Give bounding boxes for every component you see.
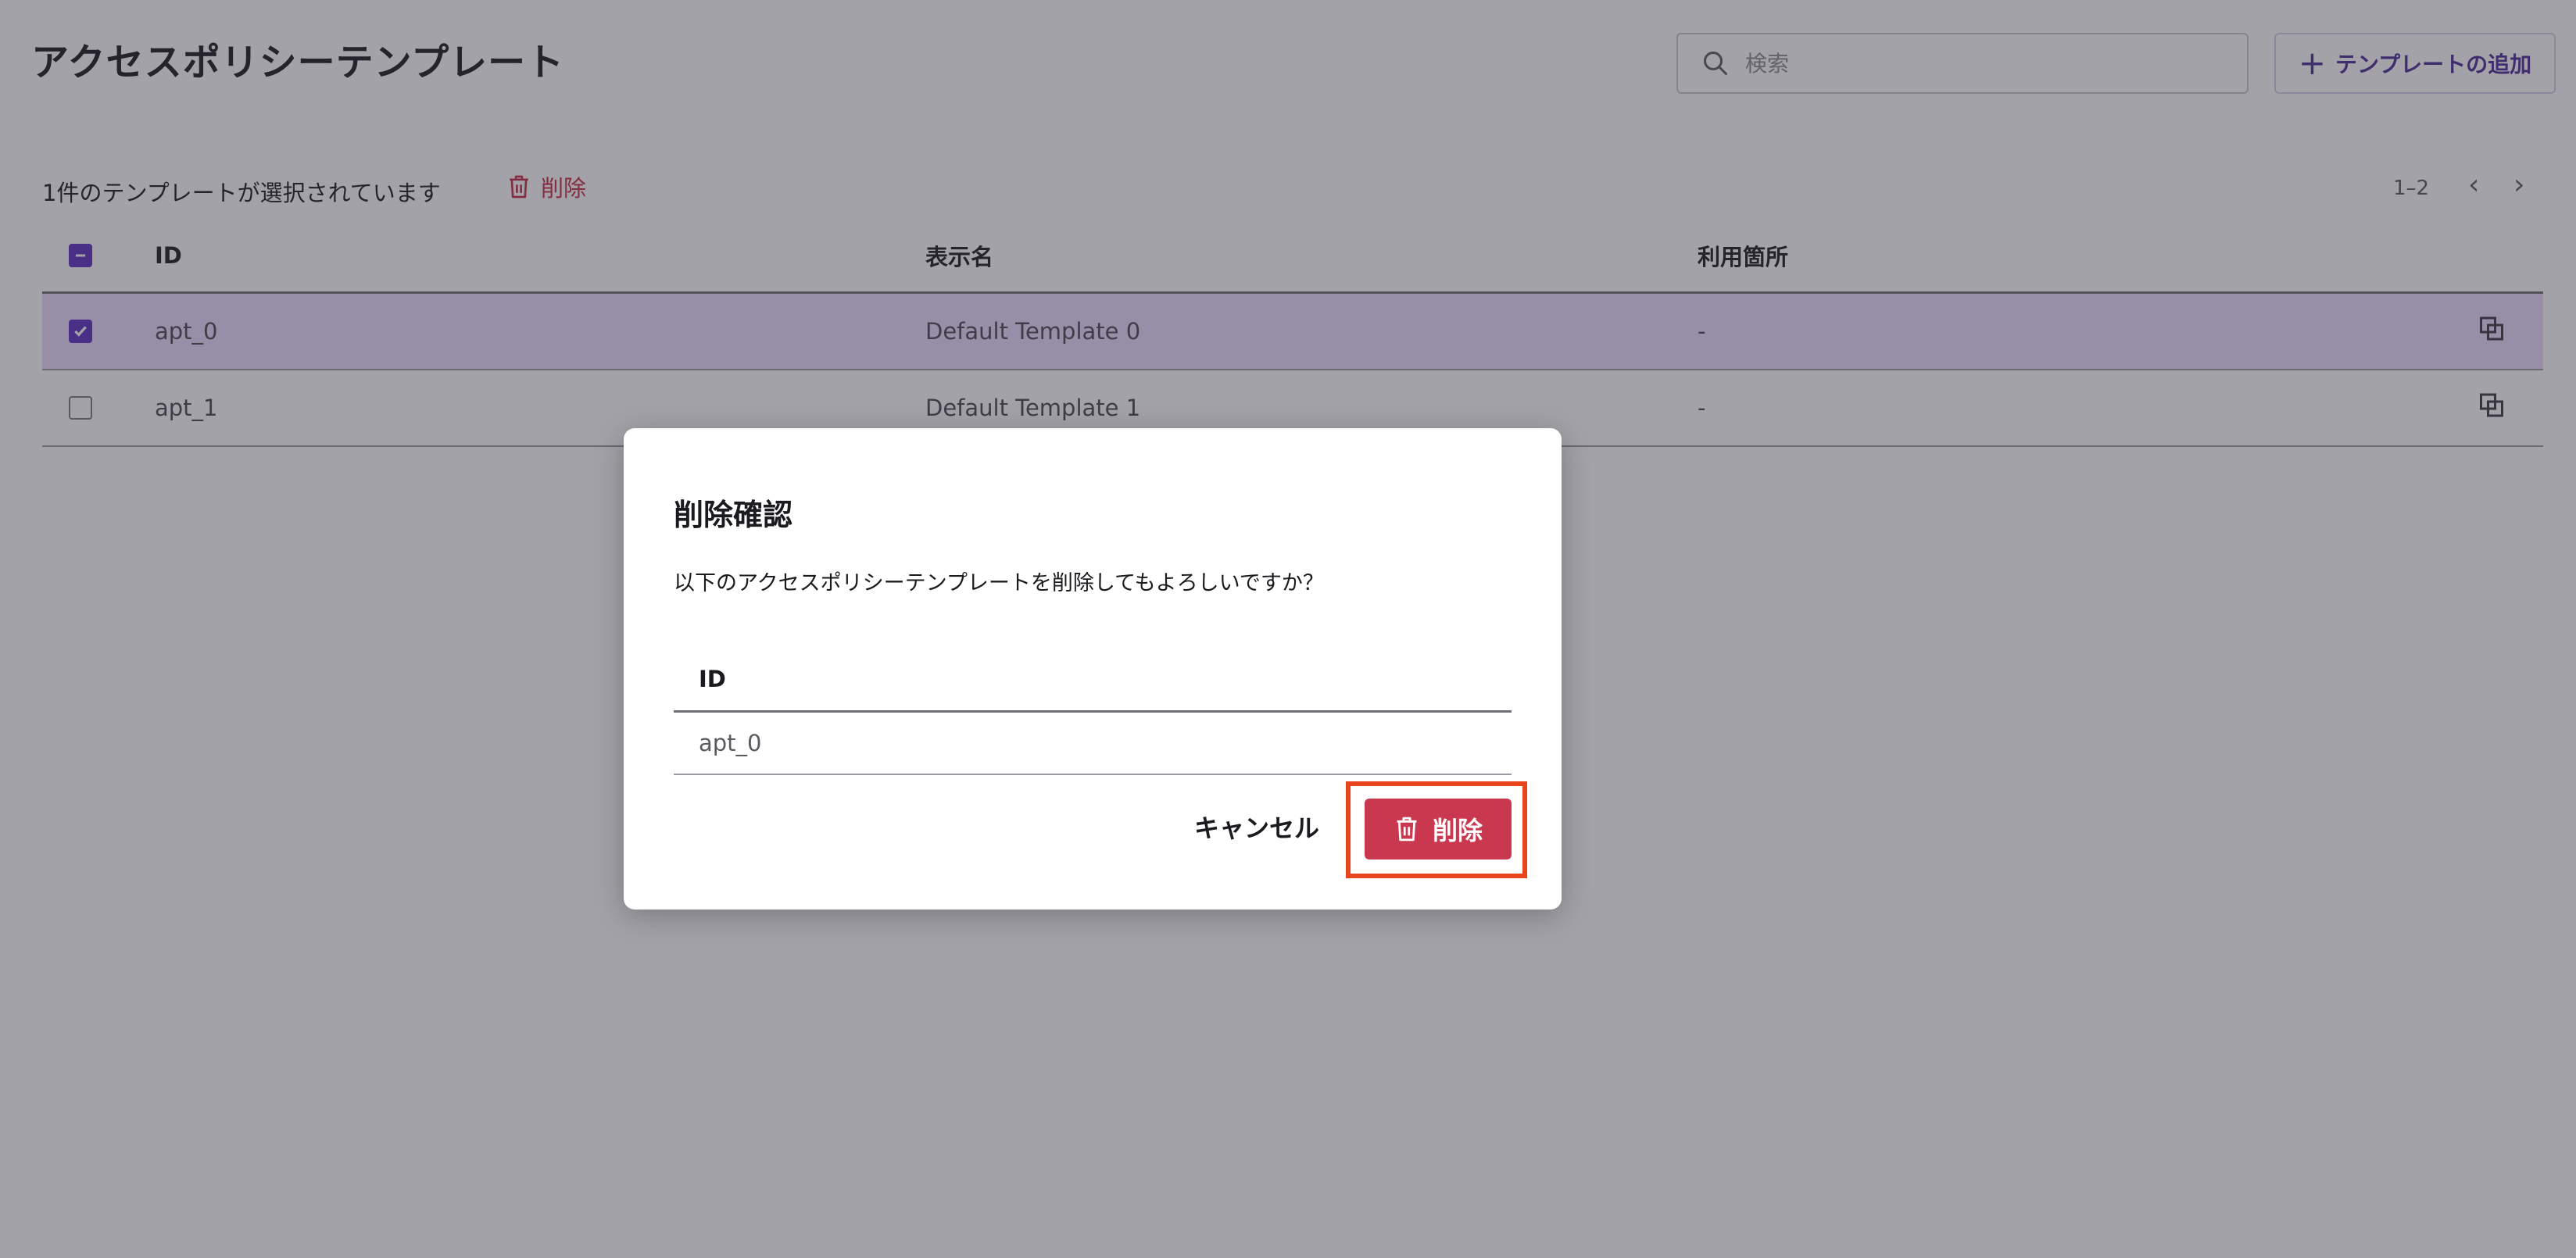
confirm-delete-button[interactable]: 削除 xyxy=(1365,799,1512,860)
dialog-title: 削除確認 xyxy=(674,498,793,532)
cancel-button[interactable]: キャンセル xyxy=(1194,802,1319,852)
dialog-table: ID apt_0 xyxy=(674,647,1512,775)
trash-icon xyxy=(1397,817,1417,842)
confirm-delete-label: 削除 xyxy=(1432,816,1483,845)
dialog-table-row: apt_0 xyxy=(674,713,1512,775)
dialog-table-header: ID xyxy=(674,647,1512,713)
dialog-column-id: ID xyxy=(699,665,726,692)
delete-confirm-dialog: 削除確認 以下のアクセスポリシーテンプレートを削除してもよろしいですか？ ID … xyxy=(624,428,1562,910)
dialog-row-id: apt_0 xyxy=(699,730,762,756)
dialog-message: 以下のアクセスポリシーテンプレートを削除してもよろしいですか？ xyxy=(674,571,1324,595)
